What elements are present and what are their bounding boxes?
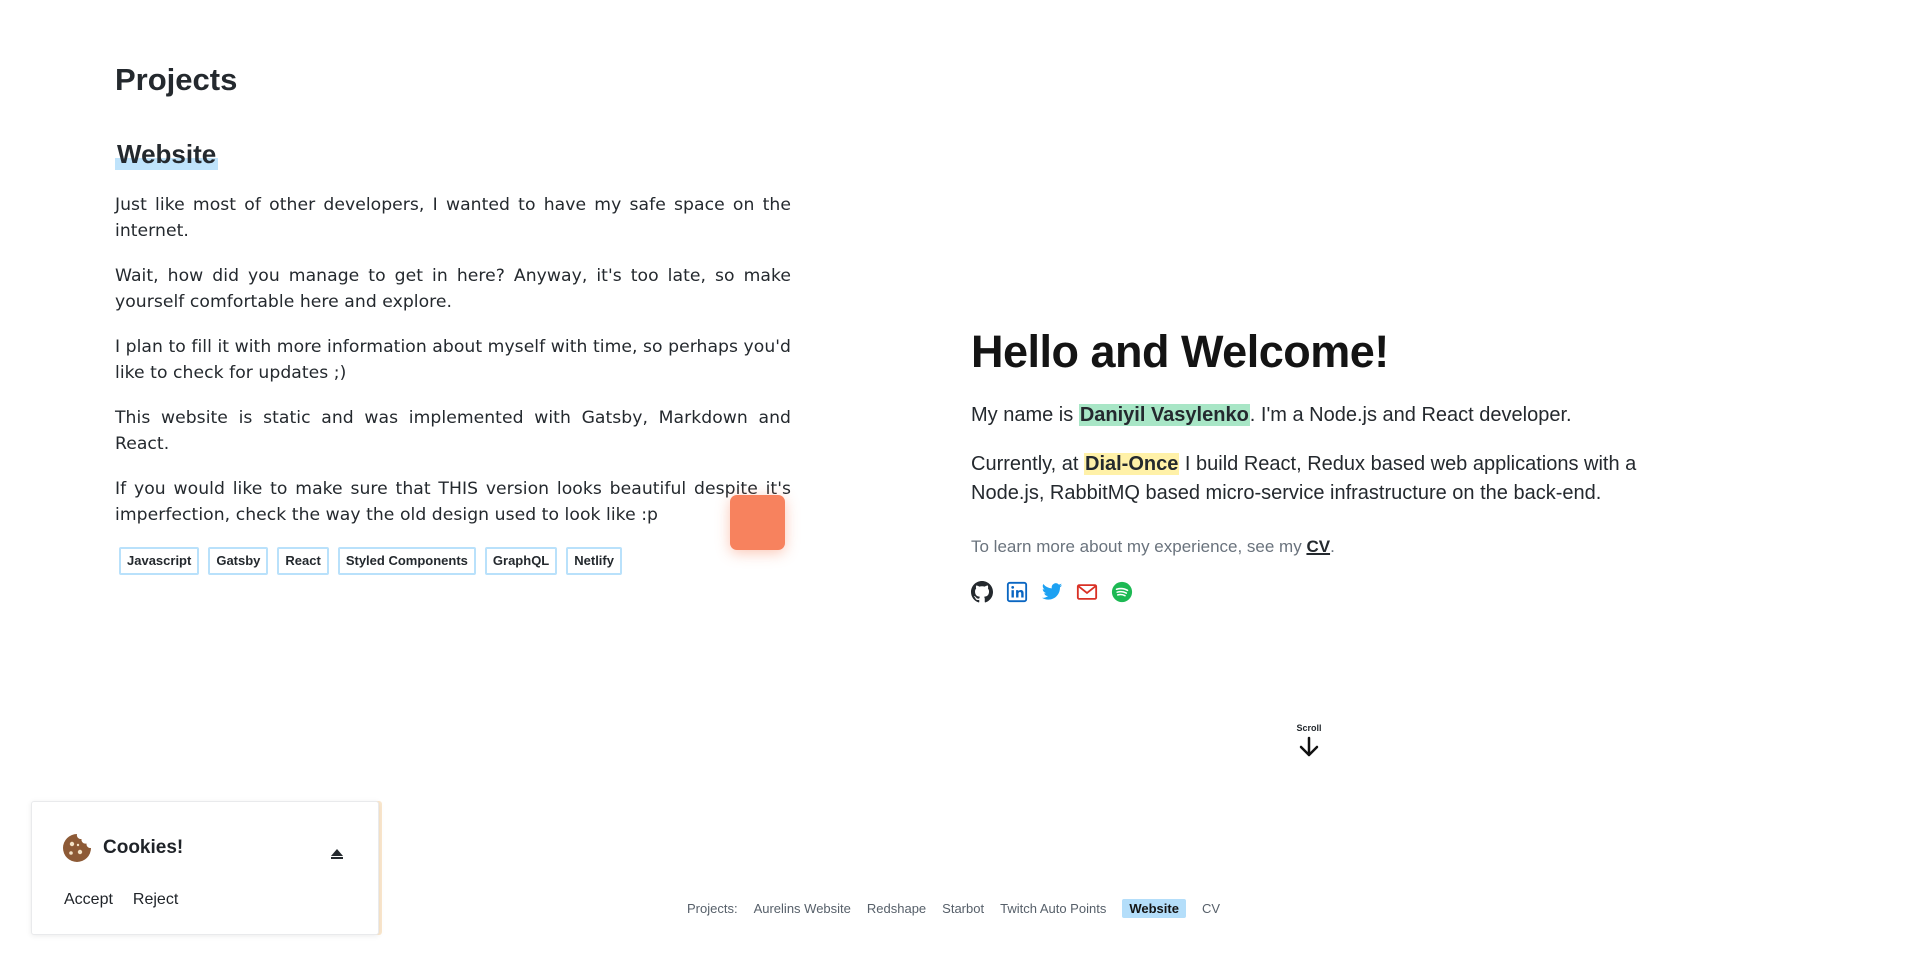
- github-icon[interactable]: [971, 581, 993, 603]
- company-highlight: Dial-Once: [1084, 453, 1180, 475]
- intro-text: Currently, at: [971, 453, 1084, 475]
- spotify-icon[interactable]: [1111, 581, 1133, 603]
- cv-link[interactable]: CV: [1306, 537, 1330, 556]
- twitter-icon[interactable]: [1041, 581, 1063, 603]
- intro-cv-line: To learn more about my experience, see m…: [971, 532, 1671, 561]
- reject-button[interactable]: Reject: [133, 891, 178, 909]
- intro-text: My name is: [971, 404, 1079, 426]
- project-paragraph: This website is static and was implement…: [115, 408, 791, 455]
- cookie-icon: [63, 834, 91, 862]
- accent-square[interactable]: [730, 495, 785, 550]
- tag-react: React: [277, 547, 329, 576]
- tag-netlify: Netlify: [566, 547, 622, 576]
- linkedin-icon[interactable]: [1006, 581, 1028, 603]
- project-paragraph: Wait, how did you manage to get in here?…: [115, 266, 791, 313]
- project-description: Just like most of other developers, I wa…: [115, 192, 791, 528]
- project-paragraph: Just like most of other developers, I wa…: [115, 195, 791, 242]
- intro-name-line: My name is Daniyil Vasylenko. I'm a Node…: [971, 401, 1671, 430]
- nav-link-twitch-auto-points[interactable]: Twitch Auto Points: [1000, 901, 1106, 916]
- intro-work-line: Currently, at Dial-Once I build React, R…: [971, 450, 1671, 508]
- arrow-down-icon: [1299, 736, 1319, 757]
- tag-javascript: Javascript: [119, 547, 200, 576]
- name-highlight: Daniyil Vasylenko: [1078, 404, 1250, 426]
- intro-text: To learn more about my experience, see m…: [971, 537, 1307, 556]
- intro-text: . I'm a Node.js and React developer.: [1249, 404, 1572, 426]
- nav-link-redshape[interactable]: Redshape: [867, 901, 926, 916]
- nav-link-aurelins-website[interactable]: Aurelins Website: [754, 901, 851, 916]
- intro-title: Hello and Welcome!: [971, 326, 1389, 377]
- projects-heading: Projects: [115, 62, 238, 97]
- scroll-label: Scroll: [1296, 723, 1322, 733]
- scroll-hint[interactable]: Scroll: [1296, 723, 1322, 759]
- nav-link-website[interactable]: Website: [1122, 899, 1186, 918]
- projects-pane: Projects Website Just like most of other…: [115, 60, 791, 576]
- tag-gatsby: Gatsby: [208, 547, 269, 576]
- nav-link-cv[interactable]: CV: [1202, 901, 1220, 916]
- cookie-actions: Accept Reject: [64, 891, 178, 909]
- nav-link-starbot[interactable]: Starbot: [942, 901, 984, 916]
- intro-section: Hello and Welcome! My name is Daniyil Va…: [971, 325, 1671, 603]
- cookie-title: Cookies!: [103, 837, 184, 858]
- tag-styled-components: Styled Components: [337, 547, 476, 576]
- social-links: [971, 581, 1671, 603]
- cookie-banner: Cookies! Accept Reject: [31, 801, 379, 935]
- page: { "projects": { "heading": "Projects", "…: [0, 0, 1919, 963]
- tech-tags: Javascript Gatsby React Styled Component…: [115, 547, 791, 576]
- projects-nav: Projects: Aurelins Website Redshape Star…: [687, 899, 1220, 918]
- chevron-up-icon[interactable]: [331, 849, 343, 859]
- project-paragraph: If you would like to make sure that THIS…: [115, 479, 791, 526]
- cookie-header: Cookies!: [61, 832, 183, 864]
- project-title: Website: [115, 139, 219, 171]
- mail-icon[interactable]: [1076, 581, 1098, 603]
- accept-button[interactable]: Accept: [64, 891, 113, 909]
- projects-nav-label: Projects:: [687, 901, 738, 916]
- project-paragraph: I plan to fill it with more information …: [115, 337, 791, 384]
- intro-text: .: [1330, 537, 1335, 556]
- tag-graphql: GraphQL: [484, 547, 558, 576]
